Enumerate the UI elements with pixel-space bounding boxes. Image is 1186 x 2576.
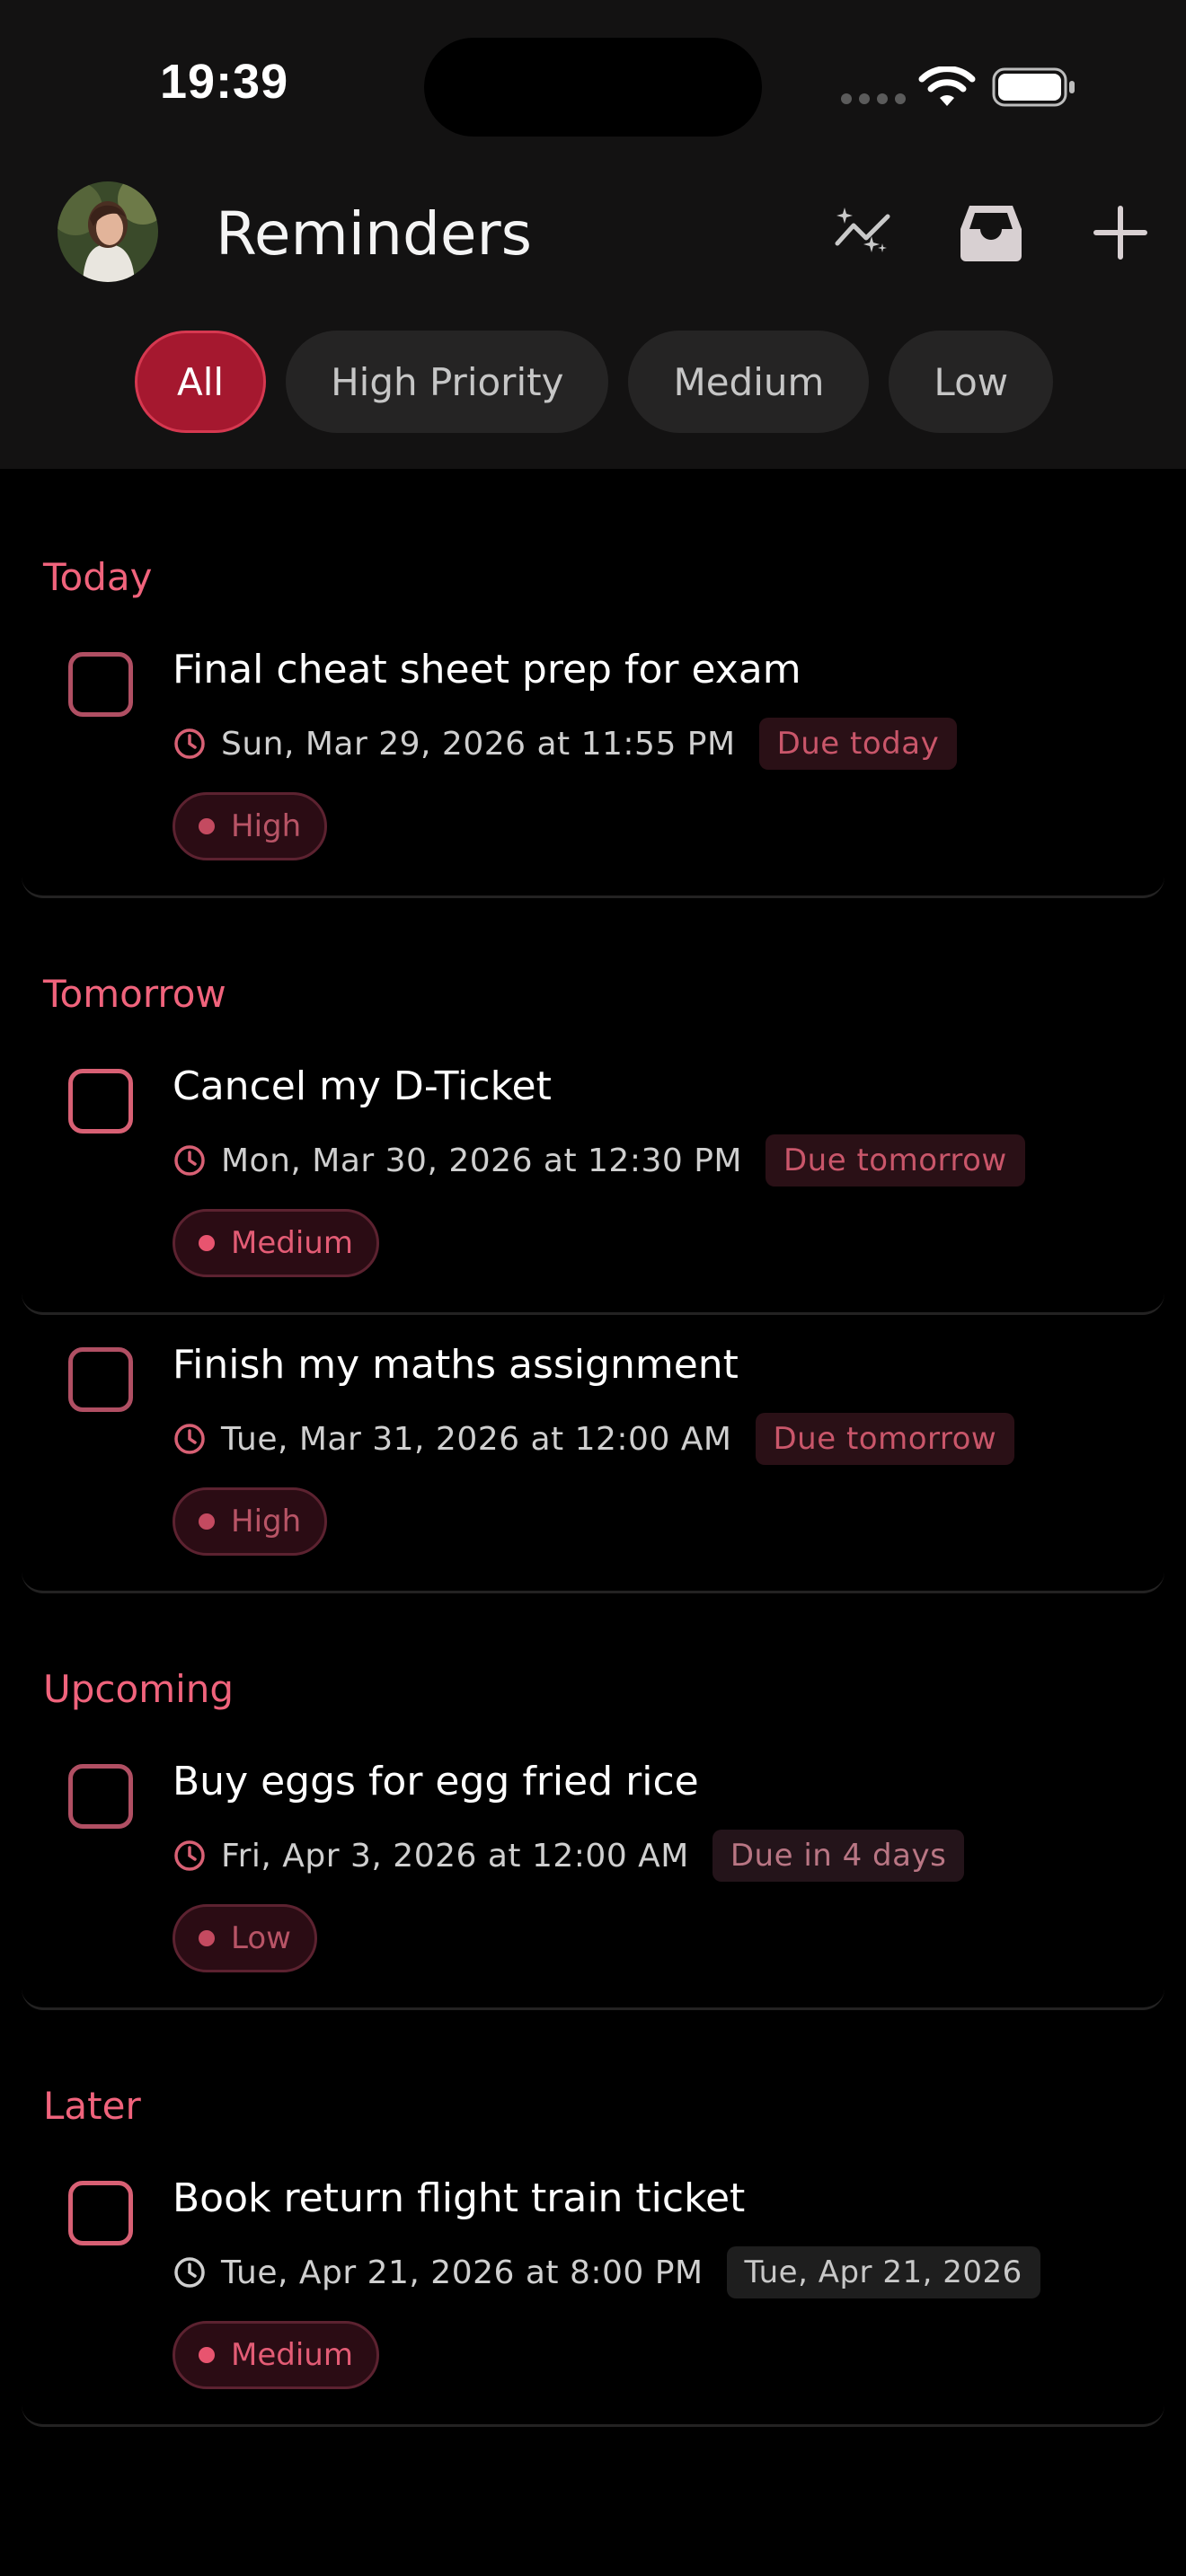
ai-assist-button[interactable] bbox=[823, 192, 904, 273]
reminder-datetime: Tue, Mar 31, 2026 at 12:00 AM bbox=[221, 1420, 732, 1458]
complete-checkbox[interactable] bbox=[68, 652, 133, 717]
section-header-later: Later bbox=[43, 2084, 141, 2128]
inbox-icon bbox=[960, 206, 1022, 261]
priority-dot-icon bbox=[199, 1930, 215, 1946]
reminder-datetime: Fri, Apr 3, 2026 at 12:00 AM bbox=[221, 1837, 689, 1875]
section-header-upcoming: Upcoming bbox=[43, 1667, 235, 1711]
filter-chip-high-priority[interactable]: High Priority bbox=[286, 331, 609, 433]
reminder-meta: Sun, Mar 29, 2026 at 11:55 PM Due today bbox=[173, 717, 958, 771]
inbox-button[interactable] bbox=[951, 192, 1031, 273]
section-header-today: Today bbox=[43, 555, 153, 599]
page-title: Reminders bbox=[216, 199, 532, 269]
dynamic-island bbox=[424, 38, 762, 137]
priority-badge: Low bbox=[173, 1904, 317, 1972]
due-badge: Due tomorrow bbox=[766, 1134, 1025, 1187]
reminder-title: Book return flight train ticket bbox=[173, 2175, 746, 2221]
clock-icon bbox=[174, 1145, 205, 1176]
priority-label: Low bbox=[231, 1920, 291, 1956]
reminder-meta: Tue, Apr 21, 2026 at 8:00 PM Tue, Apr 21… bbox=[173, 2245, 1040, 2299]
reminder-card[interactable]: Final cheat sheet prep for exam Sun, Mar… bbox=[22, 620, 1164, 898]
reminder-datetime: Mon, Mar 30, 2026 at 12:30 PM bbox=[221, 1142, 742, 1179]
filter-bar: All High Priority Medium Low bbox=[135, 331, 1054, 433]
cellular-signal-icon bbox=[841, 93, 906, 104]
priority-label: High bbox=[231, 1504, 302, 1539]
priority-dot-icon bbox=[199, 2347, 215, 2363]
reminder-title: Cancel my D-Ticket bbox=[173, 1063, 552, 1109]
complete-checkbox[interactable] bbox=[68, 1347, 133, 1412]
reminder-card[interactable]: Cancel my D-Ticket Mon, Mar 30, 2026 at … bbox=[22, 1037, 1164, 1315]
due-badge: Due in 4 days bbox=[712, 1830, 965, 1882]
sparkles-icon bbox=[835, 207, 890, 252]
reminder-meta: Fri, Apr 3, 2026 at 12:00 AM Due in 4 da… bbox=[173, 1829, 965, 1883]
priority-label: Medium bbox=[231, 1225, 353, 1261]
avatar[interactable] bbox=[58, 181, 158, 282]
complete-checkbox[interactable] bbox=[68, 1764, 133, 1829]
priority-badge: Medium bbox=[173, 1209, 379, 1277]
priority-badge: High bbox=[173, 792, 328, 860]
priority-badge: High bbox=[173, 1487, 328, 1556]
priority-label: High bbox=[231, 808, 302, 844]
reminder-card[interactable]: Finish my maths assignment Tue, Mar 31, … bbox=[22, 1315, 1164, 1593]
reminder-datetime: Tue, Apr 21, 2026 at 8:00 PM bbox=[221, 2254, 704, 2291]
clock-icon bbox=[174, 2257, 205, 2288]
add-reminder-button[interactable] bbox=[1080, 192, 1161, 273]
plus-icon bbox=[1093, 206, 1147, 260]
battery-icon bbox=[992, 67, 1075, 107]
clock-icon bbox=[174, 1424, 205, 1454]
priority-badge: Medium bbox=[173, 2321, 379, 2389]
clock-icon bbox=[174, 728, 205, 759]
reminder-meta: Mon, Mar 30, 2026 at 12:30 PM Due tomorr… bbox=[173, 1134, 1025, 1187]
due-badge: Due tomorrow bbox=[755, 1413, 1015, 1465]
priority-label: Medium bbox=[231, 2337, 353, 2373]
priority-dot-icon bbox=[199, 818, 215, 834]
complete-checkbox[interactable] bbox=[68, 1069, 133, 1134]
priority-dot-icon bbox=[199, 1513, 215, 1530]
app-header: 19:39 Reminders All High Priority Medium… bbox=[0, 0, 1186, 469]
wifi-icon bbox=[918, 66, 976, 106]
status-bar-time: 19:39 bbox=[160, 55, 289, 109]
reminder-title: Buy eggs for egg fried rice bbox=[173, 1759, 699, 1804]
filter-chip-medium[interactable]: Medium bbox=[628, 331, 870, 433]
filter-chip-low[interactable]: Low bbox=[889, 331, 1054, 433]
reminder-datetime: Sun, Mar 29, 2026 at 11:55 PM bbox=[221, 725, 736, 763]
avatar-photo bbox=[58, 181, 158, 282]
reminder-meta: Tue, Mar 31, 2026 at 12:00 AM Due tomorr… bbox=[173, 1412, 1015, 1466]
reminder-card[interactable]: Book return flight train ticket Tue, Apr… bbox=[22, 2148, 1164, 2427]
section-header-tomorrow: Tomorrow bbox=[43, 972, 226, 1016]
due-badge: Tue, Apr 21, 2026 bbox=[726, 2246, 1040, 2298]
reminder-card[interactable]: Buy eggs for egg fried rice Fri, Apr 3, … bbox=[22, 1732, 1164, 2010]
due-badge: Due today bbox=[758, 718, 958, 770]
complete-checkbox[interactable] bbox=[68, 2181, 133, 2245]
clock-icon bbox=[174, 1840, 205, 1871]
priority-dot-icon bbox=[199, 1235, 215, 1251]
reminder-title: Finish my maths assignment bbox=[173, 1342, 739, 1388]
filter-chip-all[interactable]: All bbox=[135, 331, 267, 433]
reminder-title: Final cheat sheet prep for exam bbox=[173, 647, 801, 693]
